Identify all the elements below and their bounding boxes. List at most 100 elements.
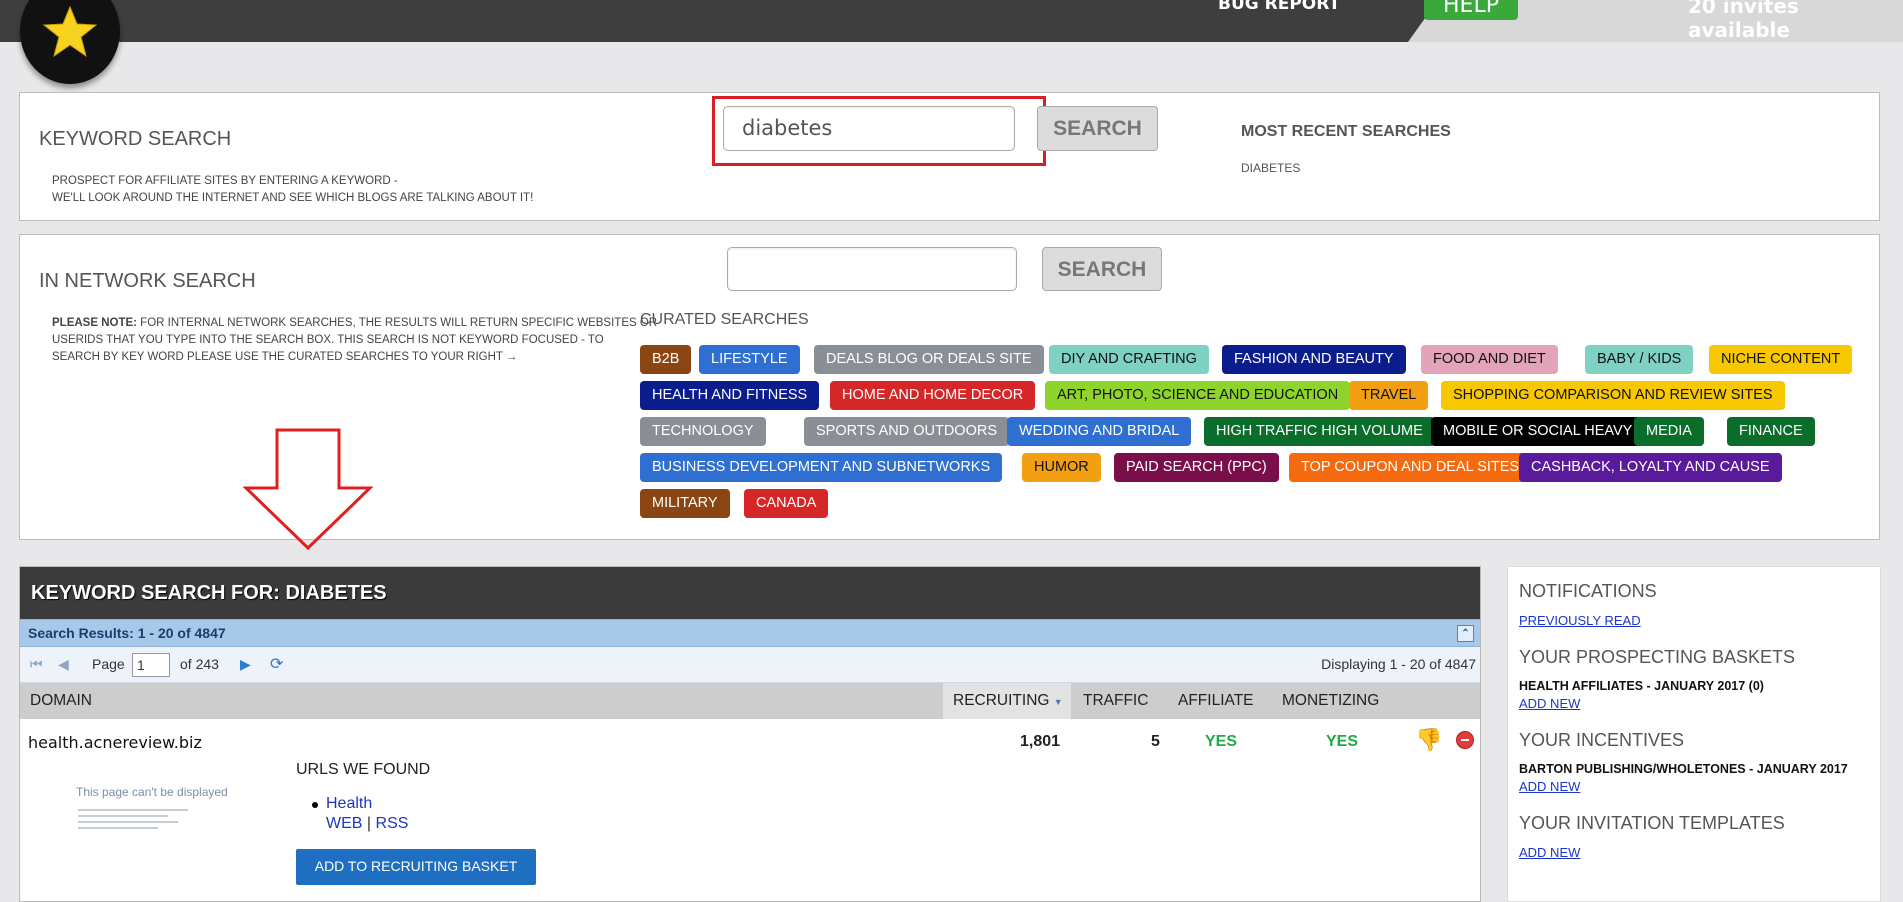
urls-found-title: URLS WE FOUND bbox=[296, 761, 431, 778]
network-search-button[interactable]: SEARCH bbox=[1042, 247, 1162, 291]
keyword-search-input[interactable]: diabetes bbox=[723, 106, 1015, 151]
row-domain[interactable]: health.acnereview.biz bbox=[28, 733, 202, 752]
recent-searches-title: MOST RECENT SEARCHES bbox=[1241, 123, 1451, 140]
tag-paid-search[interactable]: PAID SEARCH (PPC) bbox=[1114, 453, 1279, 482]
invites-available[interactable]: 20 invites available bbox=[1688, 0, 1903, 42]
tag-food-diet[interactable]: FOOD AND DIET bbox=[1421, 345, 1558, 374]
page-label: Page bbox=[92, 656, 125, 672]
results-count: Search Results: 1 - 20 of 4847 bbox=[28, 625, 226, 641]
bullet bbox=[312, 802, 318, 808]
link-separator: | bbox=[366, 815, 372, 832]
incentives-title: YOUR INCENTIVES bbox=[1519, 730, 1685, 750]
col-monetizing[interactable]: MONETIZING bbox=[1282, 683, 1379, 719]
tag-technology[interactable]: TECHNOLOGY bbox=[640, 417, 766, 446]
search-results-panel: KEYWORD SEARCH FOR: DIABETES Search Resu… bbox=[19, 566, 1481, 902]
help-button[interactable]: HELP bbox=[1424, 0, 1518, 20]
invitation-templates-title: YOUR INVITATION TEMPLATES bbox=[1519, 813, 1785, 833]
recent-search-item[interactable]: DIABETES bbox=[1241, 161, 1300, 175]
tag-mobile-social[interactable]: MOBILE OR SOCIAL HEAVY bbox=[1431, 417, 1645, 446]
col-traffic[interactable]: TRAFFIC bbox=[1083, 683, 1148, 719]
tag-niche-content[interactable]: NICHE CONTENT bbox=[1709, 345, 1853, 374]
page-number-input[interactable]: 1 bbox=[132, 653, 170, 677]
tag-travel[interactable]: TRAVEL bbox=[1349, 381, 1429, 410]
basket-item[interactable]: HEALTH AFFILIATES - JANUARY 2017 (0) bbox=[1519, 679, 1764, 693]
tag-deals-blog[interactable]: DEALS BLOG OR DEALS SITE bbox=[814, 345, 1044, 374]
tag-cashback[interactable]: CASHBACK, LOYALTY AND CAUSE bbox=[1519, 453, 1782, 482]
url-link-health[interactable]: Health bbox=[326, 795, 372, 812]
star-icon bbox=[42, 5, 98, 58]
tag-lifestyle[interactable]: LIFESTYLE bbox=[699, 345, 800, 374]
prospecting-baskets-title: YOUR PROSPECTING BASKETS bbox=[1519, 647, 1796, 667]
incentive-item[interactable]: BARTON PUBLISHING/WHOLETONES - JANUARY 2… bbox=[1519, 762, 1848, 776]
add-to-recruiting-basket-button[interactable]: ADD TO RECRUITING BASKET bbox=[296, 849, 536, 885]
tag-art-photo[interactable]: ART, PHOTO, SCIENCE AND EDUCATION bbox=[1045, 381, 1351, 410]
next-page-icon[interactable]: ▶ bbox=[240, 656, 251, 673]
description-line: WE'LL LOOK AROUND THE INTERNET AND SEE W… bbox=[52, 192, 534, 204]
col-domain[interactable]: DOMAIN bbox=[30, 683, 92, 719]
refresh-icon[interactable]: ⟳ bbox=[270, 654, 283, 674]
keyword-search-button[interactable]: SEARCH bbox=[1037, 106, 1158, 151]
add-new-template-link[interactable]: ADD NEW bbox=[1519, 845, 1580, 860]
col-recruiting-label: RECRUITING bbox=[953, 692, 1050, 709]
preview-line bbox=[78, 815, 168, 817]
network-search-input[interactable] bbox=[727, 247, 1017, 291]
preview-line bbox=[78, 809, 188, 811]
results-header: KEYWORD SEARCH FOR: DIABETES bbox=[20, 567, 1480, 619]
sort-desc-icon: ▼ bbox=[1053, 697, 1063, 707]
network-search-title: IN NETWORK SEARCH bbox=[39, 270, 256, 292]
add-new-incentive-link[interactable]: ADD NEW bbox=[1519, 779, 1580, 794]
displaying-count: Displaying 1 - 20 of 4847 bbox=[1321, 656, 1476, 672]
preview-text: This page can't be displayed bbox=[76, 785, 228, 799]
tag-health-fitness[interactable]: HEALTH AND FITNESS bbox=[640, 381, 820, 410]
tag-canada[interactable]: CANADA bbox=[744, 489, 829, 518]
keyword-search-description: PROSPECT FOR AFFILIATE SITES BY ENTERING… bbox=[52, 173, 533, 207]
collapse-icon[interactable]: ⌃ bbox=[1457, 625, 1474, 642]
tag-fashion-beauty[interactable]: FASHION AND BEAUTY bbox=[1222, 345, 1406, 374]
tag-humor[interactable]: HUMOR bbox=[1022, 453, 1101, 482]
pager-bar: ⏮ ◀ Page 1 of 243 ▶ ⟳ Displaying 1 - 20 … bbox=[20, 647, 1480, 683]
preview-line bbox=[78, 827, 158, 829]
row-traffic: 5 bbox=[1151, 733, 1160, 750]
network-search-note: PLEASE NOTE: FOR INTERNAL NETWORK SEARCH… bbox=[52, 315, 672, 366]
rss-link[interactable]: RSS bbox=[376, 815, 409, 832]
col-affiliate[interactable]: AFFILIATE bbox=[1178, 683, 1254, 719]
tag-high-traffic[interactable]: HIGH TRAFFIC HIGH VOLUME bbox=[1204, 417, 1435, 446]
results-count-bar: Search Results: 1 - 20 of 4847 ⌃ bbox=[20, 619, 1480, 647]
tag-business-development[interactable]: BUSINESS DEVELOPMENT AND SUBNETWORKS bbox=[640, 453, 1003, 482]
preview-line bbox=[78, 821, 178, 823]
tag-wedding-bridal[interactable]: WEDDING AND BRIDAL bbox=[1007, 417, 1192, 446]
tag-home-decor[interactable]: HOME AND HOME DECOR bbox=[830, 381, 1036, 410]
tag-top-coupon[interactable]: TOP COUPON AND DEAL SITES bbox=[1289, 453, 1532, 482]
col-recruiting[interactable]: RECRUITING ▼ bbox=[943, 683, 1071, 719]
row-recruiting: 1,801 bbox=[1020, 733, 1061, 750]
web-link[interactable]: WEB bbox=[326, 815, 362, 832]
tag-shopping-comparison[interactable]: SHOPPING COMPARISON AND REVIEW SITES bbox=[1441, 381, 1785, 410]
bug-report-link[interactable]: BUG REPORT bbox=[1218, 0, 1340, 14]
tag-finance[interactable]: FINANCE bbox=[1727, 417, 1815, 446]
keyword-search-panel: KEYWORD SEARCH PROSPECT FOR AFFILIATE SI… bbox=[19, 92, 1880, 221]
page-count: of 243 bbox=[180, 656, 219, 672]
tag-diy-crafting[interactable]: DIY AND CRAFTING bbox=[1049, 345, 1209, 374]
row-monetizing: YES bbox=[1326, 733, 1359, 750]
logo[interactable] bbox=[20, 0, 120, 84]
note-line: USERIDS THAT YOU TYPE INTO THE SEARCH BO… bbox=[52, 334, 604, 346]
previously-read-link[interactable]: PREVIOUSLY READ bbox=[1519, 613, 1641, 628]
note-label: PLEASE NOTE: bbox=[52, 317, 137, 329]
site-preview-thumbnail[interactable]: This page can't be displayed bbox=[56, 779, 246, 874]
thumbs-down-icon[interactable]: 👎 bbox=[1415, 727, 1442, 753]
down-arrow-annotation bbox=[243, 428, 373, 550]
right-sidebar: NOTIFICATIONS PREVIOUSLY READ YOUR PROSP… bbox=[1507, 566, 1881, 902]
tag-sports-outdoors[interactable]: SPORTS AND OUTDOORS bbox=[804, 417, 1010, 446]
tag-b2b[interactable]: B2B bbox=[640, 345, 692, 374]
add-new-basket-link[interactable]: ADD NEW bbox=[1519, 696, 1580, 711]
notifications-title: NOTIFICATIONS bbox=[1519, 581, 1657, 601]
tag-media[interactable]: MEDIA bbox=[1634, 417, 1704, 446]
tag-military[interactable]: MILITARY bbox=[640, 489, 730, 518]
table-header: DOMAIN RECRUITING ▼ TRAFFIC AFFILIATE MO… bbox=[20, 683, 1480, 719]
prev-page-icon[interactable]: ◀ bbox=[58, 656, 69, 673]
tag-baby-kids[interactable]: BABY / KIDS bbox=[1585, 345, 1694, 374]
first-page-icon[interactable]: ⏮ bbox=[30, 656, 43, 673]
row-affiliate: YES bbox=[1205, 733, 1238, 750]
urls-list: Health WEB | RSS bbox=[312, 795, 409, 833]
remove-icon[interactable] bbox=[1456, 731, 1474, 749]
